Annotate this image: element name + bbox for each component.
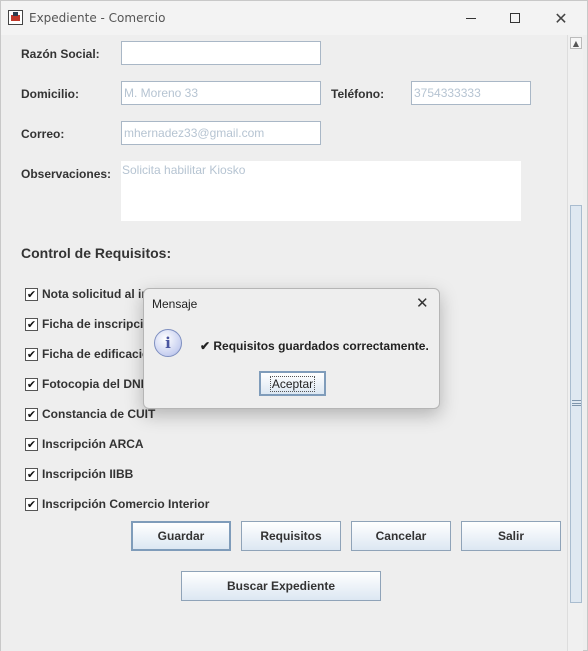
dialog-close-icon[interactable]: ✕ bbox=[416, 294, 429, 312]
requisito-checkbox-row[interactable]: ✔ Fotocopia del DNI bbox=[25, 376, 144, 392]
app-window: Expediente - Comercio ✕ Razón Social: Do… bbox=[0, 0, 588, 651]
observaciones-textarea[interactable]: Solicita habilitar Kiosko bbox=[121, 161, 521, 221]
razon-social-label: Razón Social: bbox=[21, 47, 100, 61]
message-dialog: Mensaje ✕ i ✔ Requisitos guardados corre… bbox=[143, 288, 440, 409]
telefono-input[interactable]: 3754333333 bbox=[411, 81, 531, 105]
maximize-icon bbox=[510, 13, 520, 23]
requisitos-button[interactable]: Requisitos bbox=[241, 521, 341, 551]
minimize-icon bbox=[466, 17, 476, 19]
checkbox[interactable]: ✔ bbox=[25, 317, 38, 331]
salir-button[interactable]: Salir bbox=[461, 521, 561, 551]
correo-label: Correo: bbox=[21, 127, 65, 141]
requisito-label: Fotocopia del DNI bbox=[42, 377, 144, 391]
grip-icon bbox=[572, 400, 581, 406]
checkbox[interactable]: ✔ bbox=[25, 377, 38, 391]
buscar-expediente-button[interactable]: Buscar Expediente bbox=[181, 571, 381, 601]
requisito-checkbox-row[interactable]: ✔ Constancia de CUIT bbox=[25, 406, 155, 422]
requisito-label: Inscripción ARCA bbox=[42, 437, 144, 451]
aceptar-label: Aceptar bbox=[269, 375, 316, 392]
close-icon: ✕ bbox=[554, 8, 568, 28]
cancelar-button[interactable]: Cancelar bbox=[351, 521, 451, 551]
info-icon: i bbox=[154, 329, 182, 357]
requisito-checkbox-row[interactable]: ✔ Inscripción ARCA bbox=[25, 436, 144, 452]
razon-social-input[interactable] bbox=[121, 41, 321, 65]
requisitos-title: Control de Requisitos: bbox=[21, 245, 172, 261]
requisito-checkbox-row[interactable]: ✔ Ficha de edificació bbox=[25, 346, 149, 362]
requisito-label: Ficha de inscripció bbox=[42, 317, 151, 331]
window-title: Expediente - Comercio bbox=[29, 11, 166, 25]
vertical-scrollbar[interactable]: ▲ bbox=[567, 35, 583, 651]
aceptar-button[interactable]: Aceptar bbox=[259, 371, 326, 396]
checkbox[interactable]: ✔ bbox=[25, 347, 38, 361]
scroll-thumb[interactable] bbox=[570, 205, 582, 603]
dialog-message: ✔ Requisitos guardados correctamente. bbox=[200, 339, 429, 353]
checkbox[interactable]: ✔ bbox=[25, 437, 38, 451]
requisito-checkbox-row[interactable]: ✔ Nota solicitud al in bbox=[25, 286, 149, 302]
guardar-button[interactable]: Guardar bbox=[131, 521, 231, 551]
checkbox[interactable]: ✔ bbox=[25, 467, 38, 481]
requisito-checkbox-row[interactable]: ✔ Inscripción Comercio Interior bbox=[25, 496, 209, 512]
requisito-label: Constancia de CUIT bbox=[42, 407, 156, 421]
requisito-label: Nota solicitud al in bbox=[42, 287, 149, 301]
dialog-title: Mensaje bbox=[152, 297, 198, 311]
requisito-label: Ficha de edificació bbox=[42, 347, 150, 361]
checkbox[interactable]: ✔ bbox=[25, 287, 38, 301]
maximize-button[interactable] bbox=[495, 5, 535, 31]
domicilio-input[interactable]: M. Moreno 33 bbox=[121, 81, 321, 105]
checkbox[interactable]: ✔ bbox=[25, 497, 38, 511]
app-icon bbox=[8, 10, 23, 25]
telefono-label: Teléfono: bbox=[331, 87, 385, 101]
domicilio-label: Domicilio: bbox=[21, 87, 80, 101]
observaciones-label: Observaciones: bbox=[21, 167, 112, 181]
info-glyph: i bbox=[165, 334, 171, 352]
checkbox[interactable]: ✔ bbox=[25, 407, 38, 421]
requisito-label: Inscripción IIBB bbox=[42, 467, 134, 481]
title-bar: Expediente - Comercio ✕ bbox=[1, 1, 587, 35]
requisito-label: Inscripción Comercio Interior bbox=[42, 497, 210, 511]
minimize-button[interactable] bbox=[451, 5, 491, 31]
correo-input[interactable]: mhernadez33@gmail.com bbox=[121, 121, 321, 145]
scroll-up-arrow-icon[interactable]: ▲ bbox=[570, 37, 582, 49]
requisito-checkbox-row[interactable]: ✔ Ficha de inscripció bbox=[25, 316, 151, 332]
close-window-button[interactable]: ✕ bbox=[541, 5, 581, 31]
requisito-checkbox-row[interactable]: ✔ Inscripción IIBB bbox=[25, 466, 133, 482]
